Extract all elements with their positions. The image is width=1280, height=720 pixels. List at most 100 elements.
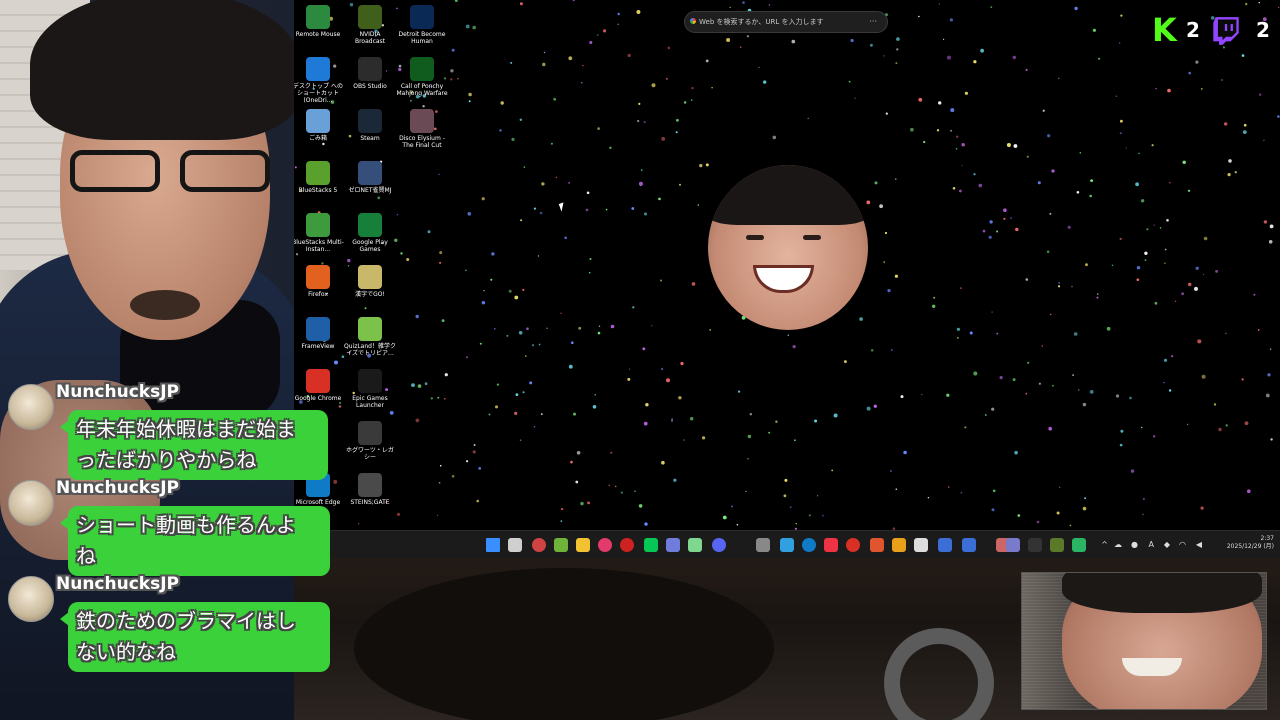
taskbar: ^ ☁ ● A ◆ ◠ ◀ 2:37 2025/12/29 (月): [294, 530, 1280, 559]
app-icon[interactable]: [1028, 538, 1042, 552]
desktop-icon-label: Remote Mouse: [295, 31, 341, 38]
app-icon[interactable]: [756, 538, 770, 552]
avatar: [8, 384, 54, 430]
chair: [884, 628, 994, 720]
desktop-icon[interactable]: ごみ箱: [294, 106, 344, 142]
chat-bubble: 鉄のためのブラマイはし ない的なね: [60, 602, 330, 672]
line-icon[interactable]: [644, 538, 658, 552]
desktop-icon[interactable]: Google Play Games: [344, 210, 396, 253]
windows-start-icon[interactable]: [486, 538, 500, 552]
app-icon[interactable]: [688, 538, 702, 552]
desktop-icon-label: Google Chrome: [294, 395, 342, 402]
chat-username: NunchucksJP: [56, 574, 180, 594]
desktop-icon[interactable]: デスクトップ へのショートカット (OneDri...: [294, 54, 344, 104]
chrome-icon[interactable]: [846, 538, 860, 552]
guest-webcam: [1021, 572, 1267, 710]
search-placeholder: Web を検索するか、URL を入力します: [699, 18, 824, 26]
xbox-icon[interactable]: [780, 538, 794, 552]
app-icon: [306, 213, 330, 237]
network-icon[interactable]: ◆: [1164, 540, 1170, 549]
app-icon[interactable]: [620, 538, 634, 552]
app-icon[interactable]: [1006, 538, 1020, 552]
ime-indicator[interactable]: A: [1149, 540, 1154, 549]
desktop-icon[interactable]: Epic Games Launcher: [344, 366, 396, 409]
app-icon: [306, 5, 330, 29]
app-icon[interactable]: [1072, 538, 1086, 552]
desktop-icon[interactable]: ホグワーツ・レガシー: [344, 418, 396, 461]
desktop-icon[interactable]: QuizLand！雑学クイズでトリビア...: [344, 314, 396, 357]
desktop-icon[interactable]: Firefox: [294, 262, 344, 298]
desktop-icon-label: OBS Studio: [353, 83, 387, 90]
edge-icon[interactable]: [802, 538, 816, 552]
desktop-icon[interactable]: Disco Elysium - The Final Cut: [396, 106, 448, 149]
task-view-icon[interactable]: [508, 538, 522, 552]
clock[interactable]: 2:37 2025/12/29 (月): [1227, 535, 1274, 551]
streamer-hair: [30, 0, 294, 140]
desktop-icon[interactable]: STEINS;GATE: [344, 470, 396, 506]
app-icon: [358, 369, 382, 393]
app-icon: [358, 161, 382, 185]
desktop-icon[interactable]: BlueStacks Multi-Instan...: [294, 210, 344, 253]
wifi-icon[interactable]: ◠: [1179, 540, 1186, 549]
desktop-icon-label: Microsoft Edge: [295, 499, 341, 506]
app-icon[interactable]: [1050, 538, 1064, 552]
clock-time: 2:37: [1260, 535, 1274, 542]
file-explorer-icon[interactable]: [576, 538, 590, 552]
cloud-icon[interactable]: ☁: [1114, 540, 1122, 549]
desktop-icon[interactable]: Steam: [344, 106, 396, 142]
desktop-icon-label: デスクトップ へのショートカット (OneDri...: [294, 83, 343, 104]
desktop-icon-label: ごみ箱: [308, 135, 327, 142]
app-icon: [410, 57, 434, 81]
desktop[interactable]: Web を検索するか、URL を入力します ··· Remote Mouse デス…: [294, 0, 1280, 530]
app-icon[interactable]: [962, 538, 976, 552]
microphone-icon[interactable]: ●: [1131, 540, 1138, 549]
desktop-icon[interactable]: 漢字でGO!: [344, 262, 396, 298]
desktop-icon[interactable]: NVIDIA Broadcast: [344, 2, 396, 45]
app-icon[interactable]: [532, 538, 546, 552]
app-icon: [358, 5, 382, 29]
discord-icon[interactable]: [712, 538, 726, 552]
google-icon: [690, 18, 696, 24]
desktop-icon-label: Firefox: [308, 291, 328, 298]
desktop-icon[interactable]: ゼロNET雀賢MJ: [344, 158, 396, 194]
platform-counters: K 2 2: [1140, 0, 1280, 60]
volume-icon[interactable]: ◀: [1196, 540, 1202, 549]
twitch-viewer-count: 2: [1256, 18, 1270, 42]
app-icon: [358, 473, 382, 497]
nvidia-icon[interactable]: [554, 538, 568, 552]
app-icon[interactable]: [666, 538, 680, 552]
desktop-icon-label: NVIDIA Broadcast: [354, 31, 386, 45]
desktop-icon-label: ゼロNET雀賢MJ: [348, 187, 392, 194]
app-icon[interactable]: [870, 538, 884, 552]
desktop-icon-label: BlueStacks 5: [298, 187, 338, 194]
desktop-icon[interactable]: Google Chrome: [294, 366, 344, 402]
desktop-icon[interactable]: Detroit Become Human: [396, 2, 448, 45]
more-options-icon[interactable]: ···: [869, 12, 877, 32]
streamer-glasses: [70, 150, 280, 198]
desktop-icon-label: Epic Games Launcher: [352, 395, 388, 409]
desktop-icon[interactable]: Remote Mouse: [294, 2, 344, 38]
app-icon: [358, 421, 382, 445]
app-icon: [306, 161, 330, 185]
desktop-search-bar[interactable]: Web を検索するか、URL を入力します ···: [684, 11, 888, 33]
desktop-icon[interactable]: Call of Ponchy Mahjong Warfare: [396, 54, 448, 97]
chat-username: NunchucksJP: [56, 478, 180, 498]
chevron-up-icon[interactable]: ^: [1101, 540, 1108, 549]
app-icon[interactable]: [824, 538, 838, 552]
avatar: [8, 480, 54, 526]
app-icon[interactable]: [598, 538, 612, 552]
chat-bubble: 年末年始休暇はまだ始ま ったばかりやからね: [60, 410, 328, 480]
app-icon[interactable]: [914, 538, 928, 552]
chat-username: NunchucksJP: [56, 382, 180, 402]
app-icon[interactable]: [938, 538, 952, 552]
desktop-icon[interactable]: OBS Studio: [344, 54, 396, 90]
desktop-icon[interactable]: FrameView: [294, 314, 344, 350]
twitch-logo-icon: [1213, 17, 1239, 45]
app-icon: [410, 5, 434, 29]
app-icon[interactable]: [892, 538, 906, 552]
chat-bubble: ショート動画も作るんよ ね: [60, 506, 330, 576]
app-icon: [358, 109, 382, 133]
desktop-icon-label: QuizLand！雑学クイズでトリビア...: [344, 343, 396, 357]
kick-viewer-count: 2: [1186, 18, 1200, 42]
desktop-icon[interactable]: BlueStacks 5: [294, 158, 344, 194]
